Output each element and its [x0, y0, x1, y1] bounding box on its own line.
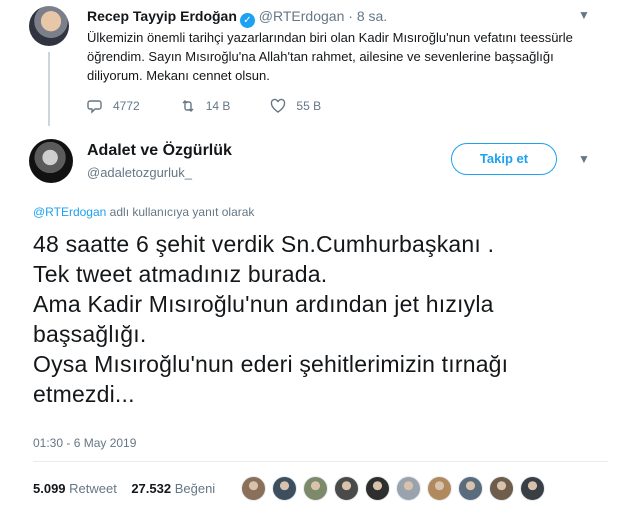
liker-avatar[interactable]: [458, 476, 483, 501]
author-name[interactable]: Recep Tayyip Erdoğan: [87, 8, 237, 24]
tweet-time[interactable]: 8 sa.: [357, 8, 387, 24]
reply-context: @RTErdogan adlı kullanıcıya yanıt olarak: [33, 205, 254, 219]
parent-tweet[interactable]: Recep Tayyip Erdoğan ✓ @RTErdogan · 8 sa.…: [0, 0, 618, 128]
chevron-down-icon[interactable]: ▼: [578, 8, 590, 22]
retweet-button[interactable]: 14 B: [180, 98, 231, 114]
tweet-stats: 5.099 Retweet 27.532 Beğeni: [33, 481, 215, 496]
liker-avatar[interactable]: [520, 476, 545, 501]
reply-button[interactable]: 4772: [87, 98, 140, 114]
tweet-text-line: Ama Kadir Mısıroğlu'nun ardından jet hız…: [33, 291, 494, 317]
retweet-total: 5.099: [33, 481, 66, 496]
main-tweet-text: 48 saatte 6 şehit verdik Sn.Cumhurbaşkan…: [33, 229, 608, 409]
author-name[interactable]: Adalet ve Özgürlük: [87, 142, 232, 160]
retweet-count: 14 B: [205, 99, 231, 113]
retweet-stat-label: Retweet: [69, 481, 117, 496]
tweet-text-line: etmezdi...: [33, 381, 135, 407]
like-total: 27.532: [131, 481, 172, 496]
author-handle[interactable]: @RTErdogan: [259, 8, 345, 24]
follow-button[interactable]: Takip et: [451, 143, 557, 175]
retweet-stat[interactable]: 5.099 Retweet: [33, 481, 117, 496]
tweet-text-line: başsağlığı.: [33, 321, 147, 347]
tweet-actions: 4772 14 B 55 B: [87, 98, 361, 114]
reply-to-label: adlı kullanıcıya yanıt olarak: [106, 205, 255, 219]
like-button[interactable]: 55 B: [270, 98, 321, 114]
tweet-timestamp[interactable]: 01:30 - 6 May 2019: [33, 436, 136, 450]
retweet-icon: [182, 100, 194, 112]
tweet-text-line: Tek tweet atmadınız burada.: [33, 261, 328, 287]
reply-icon: [87, 100, 102, 114]
parent-tweet-header: Recep Tayyip Erdoğan ✓ @RTErdogan · 8 sa.: [87, 8, 387, 28]
tweet-text-line: Oysa Mısıroğlu'nun ederi şehitlerimizin …: [33, 351, 509, 377]
avatar[interactable]: [29, 139, 73, 183]
liker-avatar[interactable]: [427, 476, 452, 501]
thread-connector: [48, 52, 50, 126]
author-handle[interactable]: @adaletozgurluk_: [87, 165, 192, 180]
like-stat-label: Beğeni: [174, 481, 216, 496]
divider: [33, 461, 608, 462]
liker-avatars: [241, 476, 551, 501]
chevron-down-icon[interactable]: ▼: [578, 152, 590, 166]
liker-avatar[interactable]: [303, 476, 328, 501]
parent-tweet-text: Ülkemizin önemli tarihçi yazarlarından b…: [87, 30, 573, 83]
liker-avatar[interactable]: [272, 476, 297, 501]
liker-avatar[interactable]: [489, 476, 514, 501]
heart-icon: [271, 98, 286, 113]
tweet-text-line: 48 saatte 6 şehit verdik Sn.Cumhurbaşkan…: [33, 231, 495, 257]
separator-dot: ·: [348, 8, 353, 24]
liker-avatar[interactable]: [396, 476, 421, 501]
reply-to-link[interactable]: @RTErdogan: [33, 205, 106, 219]
liker-avatar[interactable]: [334, 476, 359, 501]
like-stat[interactable]: 27.532 Beğeni: [131, 481, 215, 496]
like-count: 55 B: [296, 99, 322, 113]
liker-avatar[interactable]: [365, 476, 390, 501]
verified-badge-icon: ✓: [239, 13, 255, 28]
reply-count: 4772: [113, 99, 140, 113]
avatar[interactable]: [29, 6, 69, 46]
liker-avatar[interactable]: [241, 476, 266, 501]
